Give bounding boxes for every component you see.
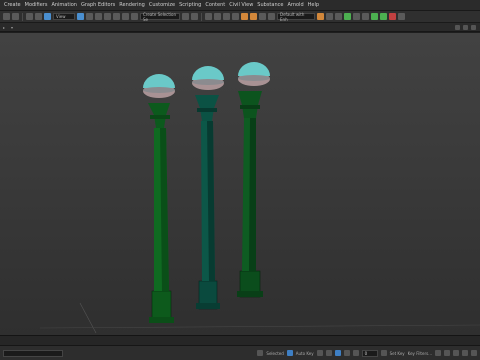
mirror-icon[interactable]: [182, 13, 189, 20]
camera-icon[interactable]: [362, 13, 369, 20]
menu-rendering[interactable]: Rendering: [117, 2, 147, 8]
ribbon-icon[interactable]: [471, 24, 476, 30]
pan-icon[interactable]: [453, 350, 459, 356]
grid-line: [39, 324, 480, 329]
menu-create[interactable]: Create: [2, 2, 23, 8]
rotate-icon[interactable]: [86, 13, 93, 20]
layer-icon[interactable]: [205, 13, 212, 20]
toolbar-separator: [201, 12, 202, 21]
lock-icon[interactable]: [257, 350, 264, 356]
autokey-button[interactable]: [286, 350, 293, 356]
toolbar-separator: [22, 12, 23, 21]
maxscript-listener[interactable]: [3, 349, 63, 357]
selection-prompt: Selected: [266, 350, 284, 356]
autokey-label: Auto Key: [295, 350, 314, 356]
lamp-post-right[interactable]: [237, 62, 270, 298]
go-to-start-icon[interactable]: [316, 350, 323, 356]
ribbon-bar: ▸ ▾: [0, 23, 480, 32]
lamp-post-middle[interactable]: [192, 66, 224, 310]
menu-help[interactable]: Help: [306, 2, 321, 8]
folder-icon[interactable]: [335, 13, 342, 20]
menu-bar: Create Modifiers Animation Graph Editors…: [0, 0, 480, 11]
render-icon[interactable]: [250, 13, 257, 20]
link-icon[interactable]: [26, 13, 33, 20]
setkey-button[interactable]: [380, 350, 387, 356]
settings-icon[interactable]: [398, 13, 405, 20]
menu-arnold[interactable]: Arnold: [285, 2, 305, 8]
menu-customize[interactable]: Customize: [147, 2, 177, 8]
workspace-dropdown[interactable]: Default with Enh: [277, 12, 315, 22]
align-icon[interactable]: [191, 13, 198, 20]
orbit-icon[interactable]: [462, 350, 468, 356]
menu-modifiers[interactable]: Modifiers: [23, 2, 50, 8]
menu-animation[interactable]: Animation: [49, 2, 79, 8]
previous-frame-icon[interactable]: [325, 350, 332, 356]
menu-graph-editors[interactable]: Graph Editors: [79, 2, 117, 8]
key-filters-button[interactable]: Key Filters...: [408, 351, 432, 356]
maximize-viewport-icon[interactable]: [471, 350, 477, 356]
curve-editor-icon[interactable]: [214, 13, 221, 20]
lamp-post-left[interactable]: [143, 74, 175, 323]
selection-set-field[interactable]: Create Selection Se: [140, 12, 180, 22]
perspective-viewport[interactable]: [0, 33, 480, 335]
ribbon-icon[interactable]: [455, 24, 460, 30]
go-to-end-icon[interactable]: [352, 350, 359, 356]
ribbon-right-icons: [455, 24, 480, 30]
play-icon[interactable]: [334, 350, 341, 356]
record-icon[interactable]: [389, 13, 396, 20]
schematic-icon[interactable]: [223, 13, 230, 20]
project-icon[interactable]: [326, 13, 333, 20]
render-setup-icon[interactable]: [241, 13, 248, 20]
menu-civil-view[interactable]: Civil View: [227, 2, 255, 8]
ribbon-icon[interactable]: [463, 24, 468, 30]
arnold-icon[interactable]: [344, 13, 351, 20]
ribbon-tab[interactable]: ▸: [3, 25, 5, 30]
ribbon-tab[interactable]: ▾: [11, 25, 13, 30]
undo-icon[interactable]: [3, 13, 10, 20]
snap-icon[interactable]: [113, 13, 120, 20]
tool-icon[interactable]: [371, 13, 378, 20]
unlink-icon[interactable]: [35, 13, 42, 20]
menu-content[interactable]: Content: [203, 2, 227, 8]
setkey-label: Set Key: [389, 350, 405, 356]
move-icon[interactable]: [77, 13, 84, 20]
menu-substance[interactable]: Substance: [255, 2, 285, 8]
light-icon[interactable]: [353, 13, 360, 20]
material-editor-icon[interactable]: [232, 13, 239, 20]
main-toolbar: View Create Selection Se Default with En…: [0, 11, 480, 23]
scene-icon[interactable]: [380, 13, 387, 20]
time-config-icon[interactable]: [435, 350, 441, 356]
redo-icon[interactable]: [12, 13, 19, 20]
teapot-icon[interactable]: [317, 13, 324, 20]
current-frame-field[interactable]: 0: [361, 349, 378, 357]
scale-icon[interactable]: [95, 13, 102, 20]
pivot-icon[interactable]: [104, 13, 111, 20]
workspace-icon[interactable]: [268, 13, 275, 20]
frame-buffer-icon[interactable]: [259, 13, 266, 20]
status-bar: Selected Auto Key 0 Set Key Key Filters.…: [0, 345, 480, 360]
next-frame-icon[interactable]: [343, 350, 350, 356]
viewport-scene: [39, 62, 480, 334]
select-icon[interactable]: [44, 13, 51, 20]
menu-scripting[interactable]: Scripting: [177, 2, 203, 8]
zoom-icon[interactable]: [444, 350, 450, 356]
grid-line: [79, 302, 97, 334]
angle-snap-icon[interactable]: [122, 13, 129, 20]
percent-snap-icon[interactable]: [131, 13, 138, 20]
view-dropdown[interactable]: View: [53, 13, 75, 20]
